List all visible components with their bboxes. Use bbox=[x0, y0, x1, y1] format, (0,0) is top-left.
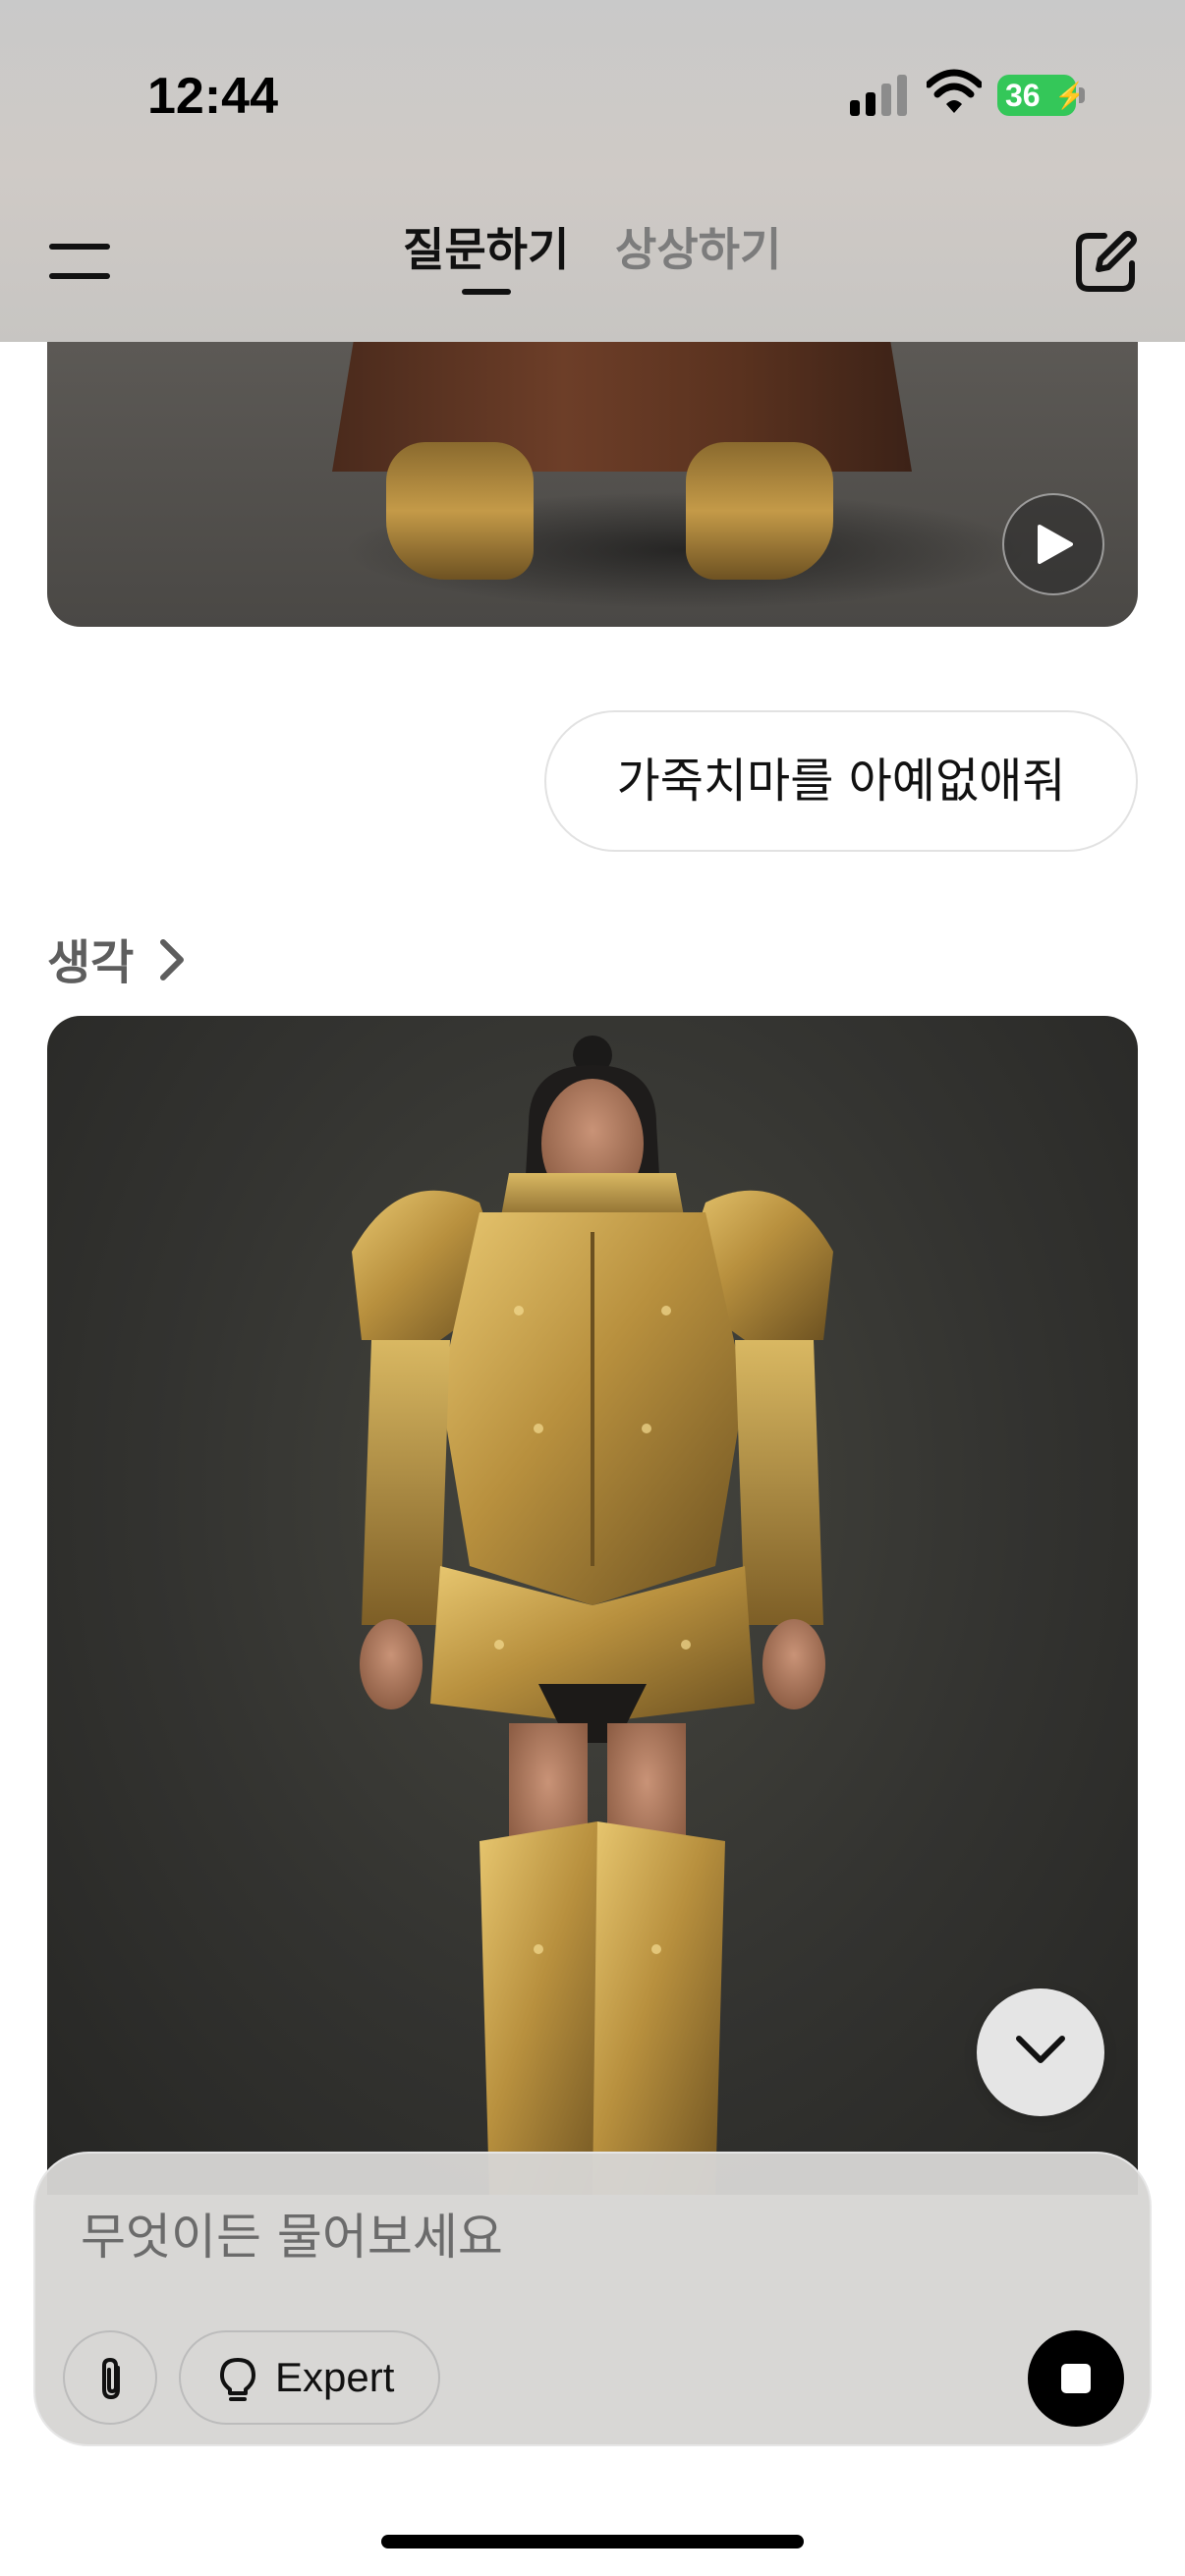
wifi-icon bbox=[927, 69, 982, 113]
battery-level: 36 bbox=[1005, 78, 1041, 113]
top-bar: 12:44 36 ⚡ 질문하기 상상하기 bbox=[0, 0, 1185, 342]
image-figure-boot bbox=[386, 442, 534, 580]
thinking-toggle[interactable]: 생각 bbox=[47, 924, 134, 992]
lightbulb-icon bbox=[220, 2358, 255, 2401]
image-figure-boot bbox=[686, 442, 833, 580]
generated-image-previous[interactable] bbox=[47, 295, 1138, 627]
home-indicator[interactable] bbox=[381, 2535, 804, 2548]
armored-warrior-illustration bbox=[352, 1036, 833, 2195]
expert-mode-button[interactable]: Expert bbox=[179, 2330, 440, 2425]
attach-button[interactable] bbox=[63, 2330, 157, 2425]
battery-cap bbox=[1079, 87, 1085, 103]
play-button[interactable] bbox=[1002, 493, 1104, 595]
active-tab-indicator bbox=[462, 289, 511, 295]
status-time: 12:44 bbox=[147, 68, 278, 125]
message-input[interactable] bbox=[79, 2197, 967, 2277]
chevron-right-icon[interactable] bbox=[157, 938, 187, 981]
battery-icon: 36 ⚡ bbox=[997, 75, 1086, 116]
stop-generation-button[interactable] bbox=[1028, 2330, 1124, 2427]
chevron-down-icon bbox=[1016, 2036, 1065, 2063]
paperclip-icon bbox=[102, 2357, 120, 2400]
tab-imagine[interactable]: 상상하기 bbox=[615, 214, 781, 279]
play-icon bbox=[1038, 525, 1073, 564]
message-composer: Expert bbox=[33, 2152, 1152, 2446]
cellular-signal-icon bbox=[850, 75, 907, 116]
scroll-down-button[interactable] bbox=[977, 1988, 1104, 2116]
stop-icon bbox=[1061, 2364, 1091, 2393]
user-message-bubble: 가죽치마를 아예없애줘 bbox=[544, 710, 1138, 852]
generated-image[interactable] bbox=[47, 1016, 1138, 2195]
compose-icon[interactable] bbox=[1071, 228, 1140, 297]
menu-icon[interactable] bbox=[49, 244, 110, 283]
tab-ask[interactable]: 질문하기 bbox=[403, 214, 569, 279]
expert-mode-label: Expert bbox=[275, 2354, 395, 2400]
